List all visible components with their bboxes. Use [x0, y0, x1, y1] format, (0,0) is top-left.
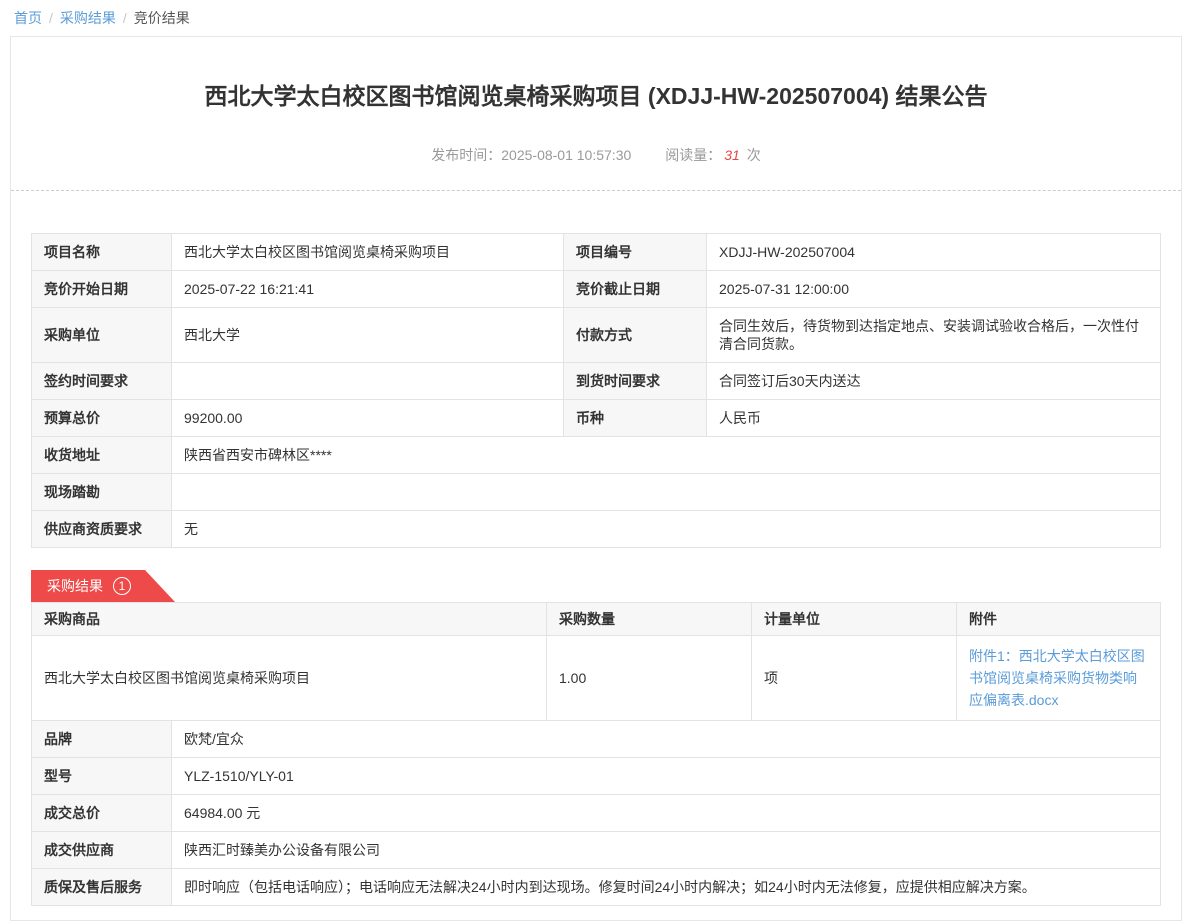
field-value: 无: [172, 511, 1161, 548]
column-header-product: 采购商品: [32, 603, 547, 636]
breadcrumb-separator: /: [49, 10, 53, 26]
field-value: 2025-07-22 16:21:41: [172, 271, 564, 308]
field-label: 付款方式: [564, 308, 707, 363]
quantity-cell: 1.00: [547, 636, 752, 721]
field-label: 采购单位: [32, 308, 172, 363]
table-row: 收货地址 陕西省西安市碑林区****: [32, 437, 1161, 474]
brand-value: 欧梵/宜众: [172, 721, 1161, 758]
field-value: 西北大学太白校区图书馆阅览桌椅采购项目: [172, 234, 564, 271]
table-row: 型号 YLZ-1510/YLY-01: [32, 758, 1161, 795]
purchase-result-ribbon-label: 采购结果: [47, 578, 103, 594]
field-value: 合同签订后30天内送达: [707, 363, 1161, 400]
field-value: 人民币: [707, 400, 1161, 437]
table-row: 竞价开始日期 2025-07-22 16:21:41 竞价截止日期 2025-0…: [32, 271, 1161, 308]
product-name-cell: 西北大学太白校区图书馆阅览桌椅采购项目: [32, 636, 547, 721]
deal-total-price-value: 64984.00 元: [172, 795, 1161, 832]
breadcrumb-purchase-results-link[interactable]: 采购结果: [60, 10, 116, 26]
field-label: 签约时间要求: [32, 363, 172, 400]
table-row: 供应商资质要求 无: [32, 511, 1161, 548]
table-row: 质保及售后服务 即时响应（包括电话响应）；电话响应无法解决24小时内到达现场。修…: [32, 869, 1161, 906]
field-label: 项目编号: [564, 234, 707, 271]
field-label: 竞价开始日期: [32, 271, 172, 308]
views-unit: 次: [747, 147, 761, 163]
page: 首页 / 采购结果 / 竞价结果 西北大学太白校区图书馆阅览桌椅采购项目 (XDJJ-H…: [0, 0, 1192, 921]
field-value: 合同生效后，待货物到达指定地点、安装调试验收合格后，一次性付清合同货款。: [707, 308, 1161, 363]
attachment-link[interactable]: 附件1：西北大学太白校区图书馆阅览桌椅采购货物类响应偏离表.docx: [969, 645, 1148, 711]
page-title: 西北大学太白校区图书馆阅览桌椅采购项目 (XDJJ-HW-202507004) …: [71, 81, 1121, 111]
table-row: 成交总价 64984.00 元: [32, 795, 1161, 832]
field-label: 收货地址: [32, 437, 172, 474]
publish-time-label: 发布时间：: [431, 147, 501, 163]
purchase-result-ribbon: 采购结果 1: [31, 570, 175, 602]
purchase-result-table: 采购商品 采购数量 计量单位 附件 西北大学太白校区图书馆阅览桌椅采购项目 1.…: [31, 602, 1161, 721]
breadcrumb-separator: /: [123, 10, 127, 26]
table-row: 成交供应商 陕西汇时臻美办公设备有限公司: [32, 832, 1161, 869]
supplier-value: 陕西汇时臻美办公设备有限公司: [172, 832, 1161, 869]
table-row: 项目名称 西北大学太白校区图书馆阅览桌椅采购项目 项目编号 XDJJ-HW-20…: [32, 234, 1161, 271]
table-row: 西北大学太白校区图书馆阅览桌椅采购项目 1.00 项 附件1：西北大学太白校区图…: [32, 636, 1161, 721]
field-label: 质保及售后服务: [32, 869, 172, 906]
field-label: 成交总价: [32, 795, 172, 832]
breadcrumb-current: 竞价结果: [134, 10, 190, 26]
field-label: 型号: [32, 758, 172, 795]
field-value: [172, 363, 564, 400]
deal-details-table: 品牌 欧梵/宜众 型号 YLZ-1510/YLY-01 成交总价 64984.0…: [31, 720, 1161, 906]
field-value: [172, 474, 1161, 511]
attachment-cell: 附件1：西北大学太白校区图书馆阅览桌椅采购货物类响应偏离表.docx: [957, 636, 1161, 721]
field-value: 陕西省西安市碑林区****: [172, 437, 1161, 474]
column-header-unit: 计量单位: [752, 603, 957, 636]
purchase-result-count-badge: 1: [113, 577, 131, 595]
field-label: 现场踏勘: [32, 474, 172, 511]
announcement-card: 西北大学太白校区图书馆阅览桌椅采购项目 (XDJJ-HW-202507004) …: [10, 36, 1182, 921]
field-label: 成交供应商: [32, 832, 172, 869]
publish-meta: 发布时间：2025-08-01 10:57:30 阅读量：31 次: [11, 145, 1181, 165]
warranty-value: 即时响应（包括电话响应）；电话响应无法解决24小时内到达现场。修复时间24小时内…: [172, 869, 1161, 906]
content-area: 项目名称 西北大学太白校区图书馆阅览桌椅采购项目 项目编号 XDJJ-HW-20…: [11, 191, 1181, 906]
field-label: 到货时间要求: [564, 363, 707, 400]
field-label: 品牌: [32, 721, 172, 758]
views-count: 31: [724, 147, 740, 163]
table-row: 签约时间要求 到货时间要求 合同签订后30天内送达: [32, 363, 1161, 400]
field-label: 项目名称: [32, 234, 172, 271]
breadcrumb-home-link[interactable]: 首页: [14, 10, 42, 26]
field-label: 币种: [564, 400, 707, 437]
project-info-table: 项目名称 西北大学太白校区图书馆阅览桌椅采购项目 项目编号 XDJJ-HW-20…: [31, 233, 1161, 548]
views-label: 阅读量：: [665, 147, 721, 163]
table-row: 现场踏勘: [32, 474, 1161, 511]
model-value: YLZ-1510/YLY-01: [172, 758, 1161, 795]
unit-cell: 项: [752, 636, 957, 721]
column-header-quantity: 采购数量: [547, 603, 752, 636]
field-value: XDJJ-HW-202507004: [707, 234, 1161, 271]
table-row: 品牌 欧梵/宜众: [32, 721, 1161, 758]
field-label: 预算总价: [32, 400, 172, 437]
breadcrumb: 首页 / 采购结果 / 竞价结果: [0, 0, 1192, 36]
column-header-attachment: 附件: [957, 603, 1161, 636]
table-row: 预算总价 99200.00 币种 人民币: [32, 400, 1161, 437]
publish-time-value: 2025-08-01 10:57:30: [501, 147, 631, 163]
field-label: 供应商资质要求: [32, 511, 172, 548]
field-label: 竞价截止日期: [564, 271, 707, 308]
field-value: 2025-07-31 12:00:00: [707, 271, 1161, 308]
table-row: 采购单位 西北大学 付款方式 合同生效后，待货物到达指定地点、安装调试验收合格后…: [32, 308, 1161, 363]
budget-total-value: 99200.00: [172, 400, 564, 437]
field-value: 西北大学: [172, 308, 564, 363]
table-header-row: 采购商品 采购数量 计量单位 附件: [32, 603, 1161, 636]
